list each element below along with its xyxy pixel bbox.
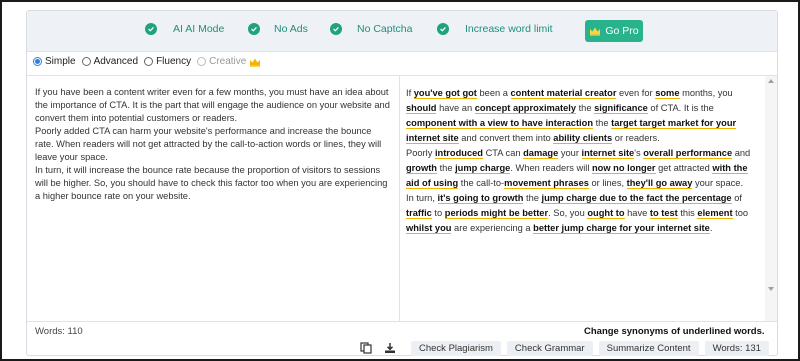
input-textarea[interactable]: If you have been a content writer even f… — [27, 76, 400, 321]
output-paragraph: Poorly introduced CTA can damage your in… — [406, 148, 751, 189]
output-word-count: Words: 131 — [704, 340, 769, 356]
output-paragraph: If you've got got been a content materia… — [406, 88, 737, 144]
window-frame: AI AI Mode No Ads No Captcha Increase wo… — [0, 0, 800, 361]
synonym-word[interactable]: overall performance — [643, 148, 733, 159]
output-area[interactable]: If you've got got been a content materia… — [400, 76, 765, 321]
feature-bar: AI AI Mode No Ads No Captcha Increase wo… — [27, 11, 777, 52]
synonym-word[interactable]: traffic — [406, 208, 432, 219]
editor-panes: If you have been a content writer even f… — [27, 75, 777, 322]
input-word-count: Words: 110 — [35, 326, 83, 337]
synonym-word[interactable]: internet site — [581, 148, 635, 159]
copy-icon — [360, 342, 372, 354]
synonym-word[interactable]: content material creator — [510, 88, 617, 99]
summarize-content-button[interactable]: Summarize Content — [598, 340, 699, 356]
feature-label: AI AI Mode — [173, 23, 225, 35]
mode-fluency[interactable]: Fluency — [144, 56, 191, 67]
synonym-word[interactable]: component with a view to have interactio… — [406, 118, 594, 129]
check-circle-icon — [437, 23, 449, 35]
feature-label: No Ads — [274, 23, 308, 35]
check-circle-icon — [330, 23, 342, 35]
synonym-word[interactable]: it's going to growth — [437, 193, 524, 204]
synonym-word[interactable]: ability clients — [553, 133, 613, 144]
crown-icon — [250, 58, 261, 67]
synonym-word[interactable]: periods might be better — [444, 208, 549, 219]
synonym-word[interactable]: concept approximately — [474, 103, 576, 114]
radio[interactable] — [81, 57, 91, 66]
feature-word-limit: Increase word limit — [437, 23, 553, 35]
radio[interactable] — [144, 57, 154, 66]
synonym-word[interactable]: whilst you — [406, 223, 452, 234]
feature-label: Increase word limit — [465, 23, 553, 35]
go-pro-label: Go Pro — [605, 25, 639, 37]
crown-icon — [590, 27, 601, 36]
download-button[interactable] — [381, 340, 399, 356]
feature-no-captcha: No Captcha — [330, 23, 412, 35]
input-paragraph: Poorly added CTA can harm your website's… — [35, 126, 382, 162]
synonym-word[interactable]: movement phrases — [504, 178, 589, 189]
synonym-word[interactable]: significance — [594, 103, 648, 114]
input-paragraph: In turn, it will increase the bounce rat… — [35, 165, 388, 201]
synonym-word[interactable]: jump charge due to the fact the percenta… — [541, 193, 732, 204]
input-paragraph: If you have been a content writer even f… — [35, 87, 390, 123]
output-paragraph: In turn, it's going to growth the jump c… — [406, 193, 749, 234]
synonym-word[interactable]: to test — [649, 208, 678, 219]
synonym-word[interactable]: ought to — [587, 208, 625, 219]
mode-advanced[interactable]: Advanced — [81, 56, 139, 67]
radio-selected[interactable] — [33, 57, 42, 66]
mode-label: Fluency — [156, 56, 192, 67]
synonym-word[interactable]: growth — [406, 163, 437, 174]
mode-simple[interactable]: Simple — [33, 56, 76, 67]
input-text[interactable]: If you have been a content writer even f… — [35, 86, 391, 203]
check-plagiarism-button[interactable]: Check Plagiarism — [411, 340, 501, 356]
output-text: If you've got got been a content materia… — [406, 86, 752, 236]
synonym-word[interactable]: damage — [523, 148, 559, 159]
paraphraser-card: AI AI Mode No Ads No Captcha Increase wo… — [26, 10, 778, 356]
output-scrollbar[interactable] — [765, 76, 777, 321]
synonym-word[interactable]: now no longer — [592, 163, 656, 174]
feature-label: No Captcha — [357, 23, 413, 35]
download-icon — [385, 343, 395, 353]
mode-selector: Simple Advanced Fluency Creative — [33, 56, 267, 67]
mode-creative[interactable]: Creative — [197, 56, 261, 67]
synonym-word[interactable]: better jump charge for your internet sit… — [533, 223, 710, 234]
mode-label: Advanced — [93, 56, 139, 67]
feature-no-ads: No Ads — [248, 23, 308, 35]
scroll-down-icon[interactable] — [768, 287, 774, 291]
output-toolbar: Check Plagiarism Check Grammar Summarize… — [357, 340, 769, 356]
synonym-hint: Change synonyms of underlined words. — [584, 326, 765, 337]
synonym-word[interactable]: you've got got — [413, 88, 477, 99]
check-grammar-button[interactable]: Check Grammar — [506, 340, 593, 356]
mode-label: Simple — [45, 56, 76, 67]
feature-ai-mode: AI AI Mode — [145, 23, 224, 35]
synonym-word[interactable]: introduced — [434, 148, 483, 159]
synonym-word[interactable]: some — [655, 88, 680, 99]
mode-label: Creative — [209, 56, 247, 67]
go-pro-button[interactable]: Go Pro — [585, 20, 643, 42]
synonym-word[interactable]: element — [697, 208, 733, 219]
radio-disabled[interactable] — [197, 57, 207, 66]
synonym-word[interactable]: they'll go away — [626, 178, 693, 189]
scroll-up-icon[interactable] — [768, 79, 774, 83]
copy-button[interactable] — [357, 340, 375, 356]
check-circle-icon — [145, 23, 157, 35]
synonym-word[interactable]: should — [406, 103, 437, 114]
synonym-word[interactable]: jump charge — [455, 163, 511, 174]
check-circle-icon — [248, 23, 260, 35]
